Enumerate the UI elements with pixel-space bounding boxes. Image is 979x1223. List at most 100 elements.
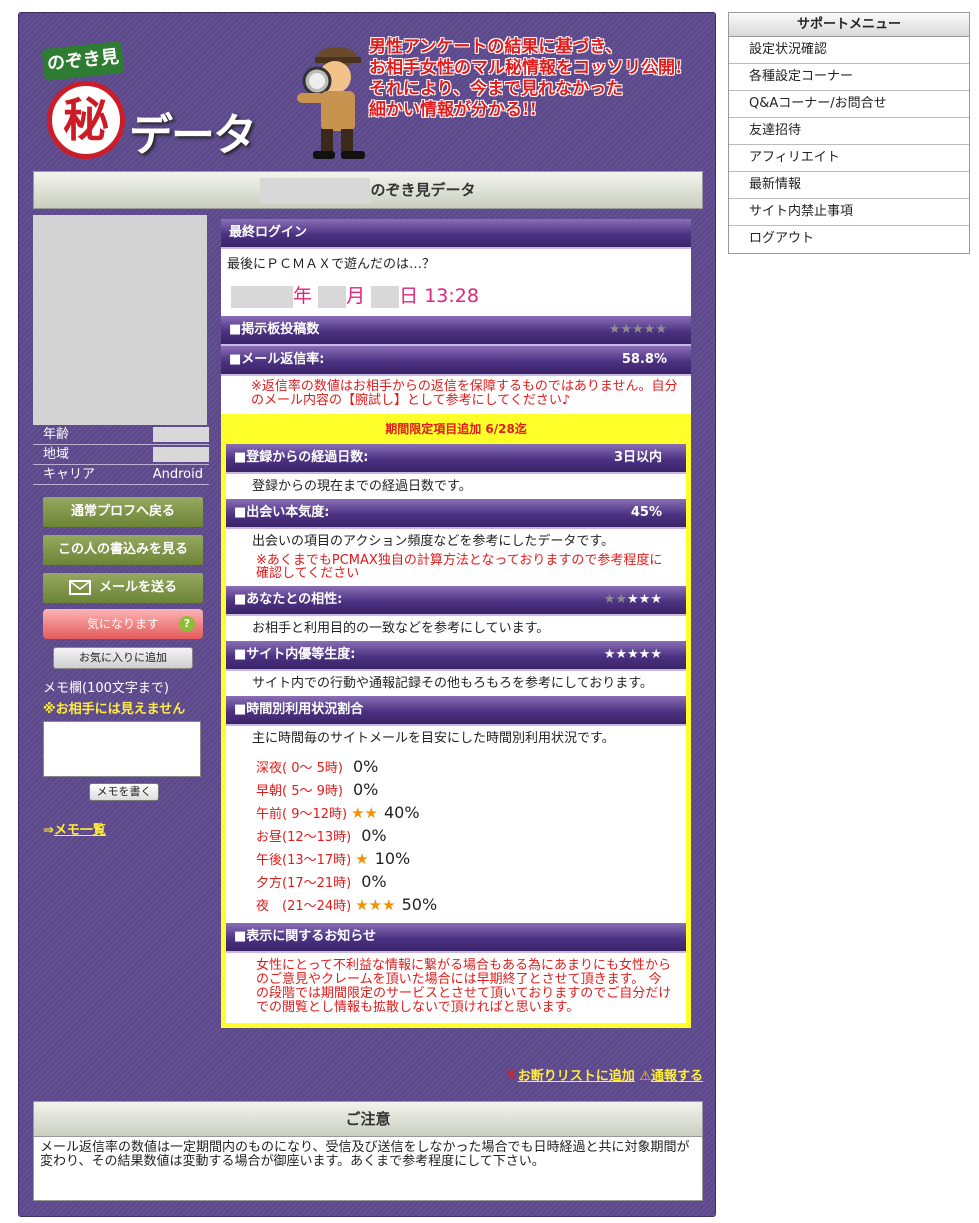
mail-reply-label: ■メール返信率: — [229, 352, 325, 367]
notice-heading: ■表示に関するお知らせ — [226, 923, 686, 953]
memo-textarea[interactable] — [43, 721, 201, 777]
logo-secret-mark: 秘 — [47, 81, 125, 159]
hourly-label: お昼(12～13時) — [256, 830, 352, 845]
board-posts-label: ■掲示板投稿数 — [229, 322, 320, 337]
hourly-pct: 0% — [352, 780, 379, 799]
send-mail-button[interactable]: メールを送る — [43, 573, 203, 603]
logo-data-text: データ — [129, 110, 257, 161]
last-login-time: 13:28 — [424, 285, 479, 307]
hourly-pct: 0% — [361, 826, 387, 845]
hourly-pct: 0% — [352, 757, 379, 776]
profile-label: キャリア — [43, 467, 96, 482]
tagline-line: 男性アンケートの結果に基づき、 — [369, 37, 623, 57]
profile-photo[interactable] — [33, 215, 207, 425]
hourly-pct: 50% — [401, 895, 438, 914]
write-memo-button[interactable]: メモを書く — [89, 783, 159, 801]
support-item-settings-status[interactable]: 設定状況確認 — [729, 37, 969, 64]
refuse-list-link[interactable]: お断りリストに追加 — [518, 1069, 635, 1084]
help-icon[interactable]: ? — [179, 616, 195, 632]
back-to-profile-button[interactable]: 通常プロフへ戻る — [43, 497, 203, 527]
support-item-invite[interactable]: 友達招待 — [729, 118, 969, 145]
memo-list-link[interactable]: ⇒メモ一覧 — [43, 819, 209, 838]
hourly-desc: 主に時間毎のサイトメールを目安にした時間別利用状況です。 — [252, 731, 615, 746]
priority-desc: サイト内での行動や通報記録その他もろもろを参考にしております。 — [252, 676, 653, 691]
hourly-list: 深夜( 0～ 5時) 0% 早朝( 5～ 9時) 0% 午前( 9～12時) ★★ 40… — [226, 756, 686, 917]
elapsed-value: 3日以内 — [613, 450, 662, 465]
page-title: のぞき見データ — [33, 171, 703, 209]
redacted-value — [153, 447, 209, 462]
serious-warning: ※あくまでもPCMAX独自の計算方法となっておりますので参考程度に確認してくださ… — [256, 553, 663, 581]
hourly-row: 深夜( 0～ 5時) 0% — [226, 756, 686, 779]
caution-text: メール返信率の数値は一定期間内のものになり、受信及び送信をしなかった場合でも日時… — [33, 1137, 703, 1201]
elapsed-heading: ■登録からの経過日数: 3日以内 — [226, 444, 686, 474]
star-icon: ★★★ — [355, 896, 396, 914]
star-icon: ★★ — [603, 592, 628, 607]
year-unit: 年 — [293, 285, 313, 307]
memo-list-label: メモ一覧 — [53, 823, 106, 838]
hourly-pct: 40% — [384, 803, 420, 822]
support-item-logout[interactable]: ログアウト — [729, 226, 969, 253]
serious-label: ■出会い本気度: — [234, 505, 330, 520]
support-item-faq[interactable]: Q&Aコーナー/お問合せ — [729, 91, 969, 118]
serious-desc: 出会いの項目のアクション頻度などを参考にしたデータです。 — [252, 534, 615, 549]
profile-value: Android — [152, 467, 203, 482]
header-tagline: 男性アンケートの結果に基づき、 お相手女性のマル秘情報をコッソリ公開! それによ… — [369, 37, 714, 121]
support-item-news[interactable]: 最新情報 — [729, 172, 969, 199]
interest-button[interactable]: 気になります? — [43, 609, 203, 639]
add-favorite-button[interactable]: お気に入りに追加 — [53, 647, 193, 669]
redacted-year — [231, 285, 293, 308]
warning-icon: ⚠ — [639, 1069, 651, 1084]
arrow-icon: ⇒ — [43, 823, 54, 838]
memo-label: メモ欄(100文字まで) — [43, 681, 169, 696]
page-title-text: のぞき見データ — [370, 181, 476, 199]
support-item-affiliate[interactable]: アフィリエイト — [729, 145, 969, 172]
hourly-label: 午前( 9～12時) — [256, 807, 348, 822]
compat-desc: お相手と利用目的の一致などを参考にしています。 — [252, 621, 550, 636]
support-item-settings-corner[interactable]: 各種設定コーナー — [729, 64, 969, 91]
last-login-heading: 最終ログイン — [221, 219, 691, 249]
star-icon: ★★★ — [627, 592, 662, 607]
hourly-row: 午後(13～17時) ★ 10% — [226, 848, 686, 871]
star-icon: ★★ — [351, 804, 378, 822]
profile-label: 年齢 — [43, 427, 70, 442]
serious-value: 45% — [630, 505, 662, 520]
caution-title: ご注意 — [33, 1101, 703, 1137]
hourly-label: 早朝( 5～ 9時) — [256, 784, 343, 799]
report-link[interactable]: 通報する — [651, 1069, 703, 1084]
hourly-label: 夕方(17～21時) — [256, 876, 352, 891]
profile-label: 地域 — [43, 447, 70, 462]
profile-sidebar: 年齢 地域 キャリア Android 通常プロフへ戻る この人の書込みを見る メ… — [33, 215, 209, 838]
memo-note: ※お相手には見えません — [43, 702, 186, 717]
last-login-caption: 最後にＰＣＭＡＸで遊んだのは…？ — [227, 257, 436, 272]
profile-row-carrier: キャリア Android — [33, 465, 209, 485]
profile-row-area: 地域 — [33, 445, 209, 465]
elapsed-label: ■登録からの経過日数: — [234, 450, 369, 465]
last-login-date: 年 月 日 13:28 — [221, 276, 691, 316]
compat-heading: ■あなたとの相性: ★★★★★ — [226, 586, 686, 616]
profile-row-age: 年齢 — [33, 425, 209, 445]
tagline-line: 細かい情報が分かる!! — [369, 100, 537, 120]
support-menu: サポートメニュー 設定状況確認 各種設定コーナー Q&Aコーナー/お問合せ 友達… — [728, 12, 970, 254]
month-unit: 月 — [346, 285, 366, 307]
notice-text: 女性にとって不利益な情報に繋がる場合もある為にあまりにも女性からのご意見やクレー… — [256, 958, 672, 1015]
page-header: のぞき見 秘 データ 男性アンケートの結果に基づき、 お相手女性のマル秘情報をコ… — [19, 13, 717, 171]
hourly-label: 午後(13～17時) — [256, 853, 352, 868]
board-posts-heading: ■掲示板投稿数 ★★★★★ — [221, 316, 691, 346]
hourly-pct: 10% — [374, 849, 411, 868]
redacted-month — [318, 285, 347, 308]
hourly-label: 深夜( 0～ 5時) — [256, 761, 343, 776]
close-icon: ✕ — [504, 1065, 518, 1084]
mail-icon — [68, 580, 91, 595]
view-posts-button[interactable]: この人の書込みを見る — [43, 535, 203, 565]
redacted-username — [260, 177, 371, 204]
hourly-row: 午前( 9～12時) ★★ 40% — [226, 802, 686, 825]
hourly-row: お昼(12～13時) 0% — [226, 825, 686, 848]
main-panel: のぞき見 秘 データ 男性アンケートの結果に基づき、 お相手女性のマル秘情報をコ… — [18, 12, 716, 1217]
hourly-label: 夜 (21～24時) — [256, 899, 352, 914]
data-panel: 最終ログイン 最後にＰＣＭＡＸで遊んだのは…？ 年 月 日 13:28 ■掲示板… — [221, 219, 691, 1028]
board-posts-stars: ★★★★★ — [608, 322, 667, 337]
tagline-line: お相手女性のマル秘情報をコッソリ公開! — [369, 58, 683, 78]
hourly-heading: ■時間別利用状況割合 — [226, 696, 686, 726]
action-links: ✕お断りリストに追加 ⚠通報する — [481, 1065, 703, 1084]
support-item-prohibited[interactable]: サイト内禁止事項 — [729, 199, 969, 226]
